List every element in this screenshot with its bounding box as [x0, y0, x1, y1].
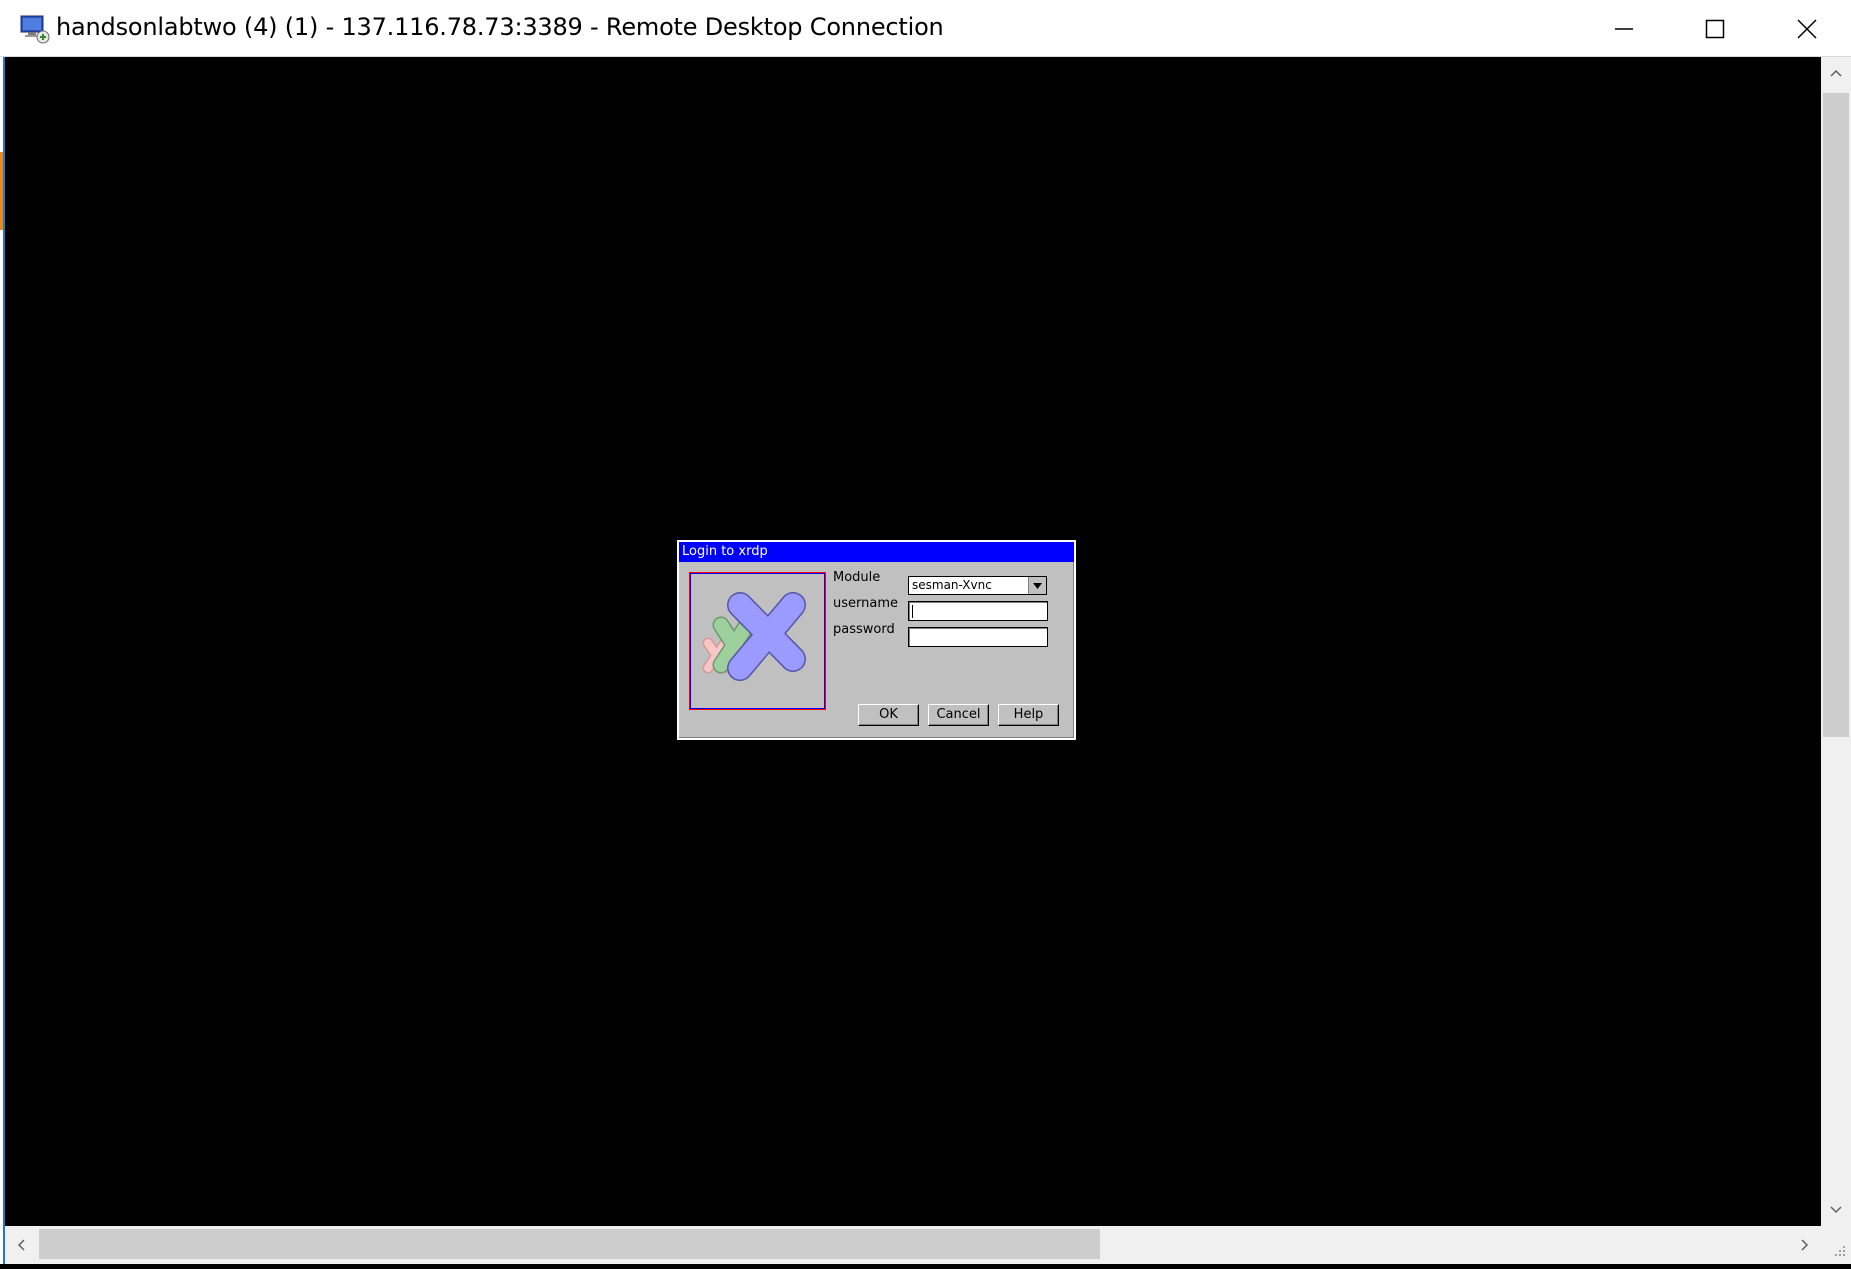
password-label: password: [833, 622, 895, 637]
username-input[interactable]: [908, 601, 1048, 621]
scroll-right-button[interactable]: [1789, 1226, 1821, 1264]
module-label: Module: [833, 570, 881, 585]
scroll-left-button[interactable]: [5, 1226, 37, 1264]
module-select[interactable]: sesman-Xvnc: [908, 576, 1047, 595]
dialog-title[interactable]: Login to xrdp: [679, 542, 1074, 562]
xrdp-logo: [702, 592, 806, 681]
cancel-button[interactable]: Cancel: [928, 704, 989, 726]
ok-button[interactable]: OK: [858, 704, 919, 726]
chevron-up-icon: [1830, 69, 1842, 77]
chevron-left-icon: [17, 1239, 25, 1251]
scroll-down-button[interactable]: [1821, 1194, 1851, 1226]
maximize-icon: [1705, 19, 1725, 38]
chevron-down-icon: [1033, 582, 1042, 589]
help-button[interactable]: Help: [998, 704, 1059, 726]
vertical-scrollbar[interactable]: [1821, 57, 1851, 1226]
maximize-button[interactable]: [1669, 0, 1761, 57]
chevron-down-icon: [1830, 1206, 1842, 1214]
window-title-bar[interactable]: handsonlabtwo (4) (1) - 137.116.78.73:33…: [0, 0, 1851, 57]
horizontal-scrollbar[interactable]: [5, 1226, 1821, 1264]
remote-desktop-icon: [20, 15, 50, 44]
username-label: username: [833, 596, 898, 611]
minimize-button[interactable]: [1578, 0, 1670, 57]
close-icon: [1797, 18, 1817, 39]
xrdp-logo-frame: [689, 572, 826, 710]
password-input[interactable]: [908, 627, 1048, 647]
xrdp-login-dialog: Login to xrdp Module sesman-Xvnc usernam…: [677, 540, 1076, 740]
window-title: handsonlabtwo (4) (1) - 137.116.78.73:33…: [56, 13, 944, 41]
module-select-value: sesman-Xvnc: [912, 578, 992, 592]
horizontal-scroll-thumb[interactable]: [39, 1229, 1100, 1259]
resize-grip-icon: [1835, 1246, 1845, 1256]
text-caret: [912, 605, 913, 618]
scroll-up-button[interactable]: [1821, 57, 1851, 89]
resize-grip[interactable]: [1821, 1226, 1851, 1264]
close-button[interactable]: [1761, 0, 1851, 57]
module-dropdown-button[interactable]: [1028, 577, 1046, 594]
chevron-right-icon: [1801, 1239, 1809, 1251]
vertical-scroll-thumb[interactable]: [1823, 93, 1849, 737]
minimize-icon: [1615, 27, 1633, 30]
